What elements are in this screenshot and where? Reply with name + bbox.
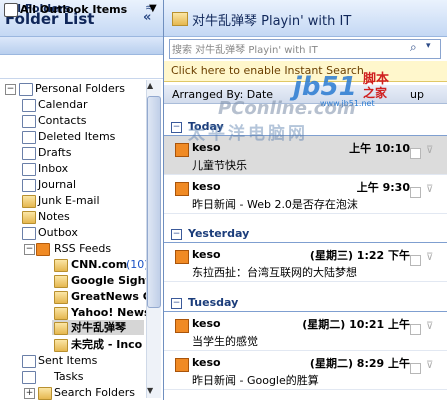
scroll-up-icon[interactable]: ▲ <box>147 81 153 90</box>
all-outlook-items-dropdown[interactable] <box>0 58 163 79</box>
category-box[interactable] <box>410 324 421 335</box>
message-item[interactable]: keso 上午 9:30 昨日新闻 - Web 2.0是否存在泡沫 ⊽ <box>164 175 447 214</box>
rss-feeds-icon <box>36 243 50 256</box>
category-box[interactable] <box>410 187 421 198</box>
dropdown-arrow-icon[interactable]: ▼ <box>149 3 157 14</box>
flag-icon[interactable]: ⊽ <box>426 360 433 371</box>
tasks-icon <box>22 371 36 384</box>
rss-item-icon <box>175 250 189 264</box>
flag-icon[interactable]: ⊽ <box>426 184 433 195</box>
all-outlook-items-label: All Outlook Items <box>20 3 128 16</box>
search-options-chevron-icon[interactable]: ▾ <box>426 41 431 51</box>
scrollbar-thumb[interactable] <box>147 96 161 308</box>
inbox-icon <box>22 163 36 176</box>
rss-folder-icon <box>54 339 68 352</box>
message-item[interactable]: keso (星期二) 10:21 上午 当学生的感觉 ⊽ <box>164 312 447 351</box>
watermark-pconline: PConline.com <box>218 98 356 119</box>
calendar-icon <box>22 99 36 112</box>
contacts-icon <box>22 115 36 128</box>
outbox-icon <box>22 227 36 240</box>
search-placeholder: 搜索 对牛乱弹琴 Playin' with IT <box>172 45 318 56</box>
outlook-items-icon <box>4 3 18 17</box>
sent-items-icon <box>22 355 36 368</box>
scroll-down-icon[interactable]: ▼ <box>147 386 153 395</box>
rss-item-icon <box>175 143 189 157</box>
collapse-group-icon[interactable]: − <box>171 122 182 133</box>
category-box[interactable] <box>410 148 421 159</box>
expand-search-folders[interactable]: + <box>24 388 35 399</box>
collapse-group-icon[interactable]: − <box>171 229 182 240</box>
expand-personal-folders[interactable]: − <box>5 84 16 95</box>
personal-folders-icon <box>19 83 33 96</box>
drafts-icon <box>22 147 36 160</box>
folder-icon <box>172 12 188 26</box>
junk-email-icon <box>22 195 36 208</box>
rss-item-icon <box>175 319 189 333</box>
folder-title: 对牛乱弹琴 Playin' with IT <box>192 14 352 29</box>
notes-icon <box>22 211 36 224</box>
all-folders-bar[interactable] <box>0 37 163 55</box>
flag-icon[interactable]: ⊽ <box>426 321 433 332</box>
search-icon[interactable]: ⌕ <box>410 40 417 55</box>
rss-item-icon <box>175 358 189 372</box>
category-box[interactable] <box>410 255 421 266</box>
message-item[interactable]: keso (星期三) 1:22 下午 东拉西扯：台湾互联网的大陆梦想 ⊽ <box>164 243 447 282</box>
search-folders-icon <box>38 387 52 400</box>
flag-icon[interactable]: ⊽ <box>426 252 433 263</box>
rss-folder-icon <box>54 307 68 320</box>
category-box[interactable] <box>410 363 421 374</box>
collapse-group-icon[interactable]: − <box>171 298 182 309</box>
deleted-items-icon <box>22 131 36 144</box>
rss-folder-icon <box>54 291 68 304</box>
rss-folder-icon <box>54 259 68 272</box>
rss-item-icon <box>175 182 189 196</box>
flag-icon[interactable]: ⊽ <box>426 145 433 156</box>
rss-folder-icon <box>54 322 68 335</box>
watermark-taipingyang: 太平洋电脑网 <box>188 124 308 144</box>
group-tuesday[interactable]: − Tuesday <box>164 295 447 312</box>
journal-icon <box>22 179 36 192</box>
message-item[interactable]: keso (星期二) 8:29 上午 昨日新闻 - Google的胜算 ⊽ <box>164 351 447 390</box>
rss-folder-icon <box>54 275 68 288</box>
group-yesterday[interactable]: − Yesterday <box>164 226 447 243</box>
tree-item-selected-feed[interactable]: 对牛乱弹琴 <box>52 320 144 335</box>
expand-rss-feeds[interactable]: − <box>24 244 35 255</box>
sort-order-label[interactable]: up <box>410 88 424 101</box>
